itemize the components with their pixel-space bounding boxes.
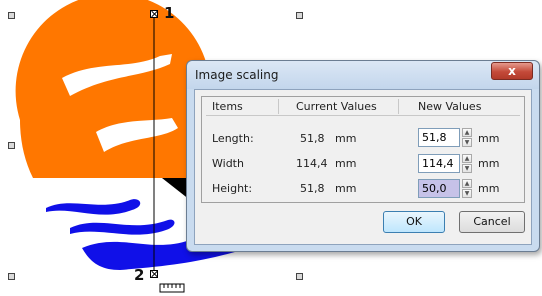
column-header-current-values: Current Values xyxy=(296,100,377,113)
current-unit-width: mm xyxy=(335,157,357,170)
cancel-button[interactable]: Cancel xyxy=(459,211,525,233)
row-label-length: Length: xyxy=(212,132,254,145)
row-label-height: Height: xyxy=(212,182,253,195)
spin-down-icon[interactable]: ▼ xyxy=(462,164,472,173)
current-value-length: 51,8 xyxy=(300,132,325,145)
dialog-titlebar[interactable]: Image scaling x xyxy=(187,61,539,89)
new-unit-length: mm xyxy=(478,132,500,145)
width-spinner[interactable]: ▲ ▼ xyxy=(462,154,472,173)
new-value-width-input[interactable]: 114,4 xyxy=(418,154,460,173)
length-spinner[interactable]: ▲ ▼ xyxy=(462,128,472,147)
dialog-client-area: Items Current Values New Values Length: … xyxy=(194,89,532,245)
spin-down-icon[interactable]: ▼ xyxy=(462,138,472,147)
spin-up-icon[interactable]: ▲ xyxy=(462,179,472,188)
selection-handle-bottom-right[interactable] xyxy=(296,273,303,280)
measure-node-1-icon[interactable] xyxy=(150,10,158,18)
column-separator xyxy=(278,99,279,114)
current-unit-length: mm xyxy=(335,132,357,145)
selection-handle-top-left[interactable] xyxy=(8,12,15,19)
measure-node-1-label: 1 xyxy=(164,4,175,22)
new-unit-height: mm xyxy=(478,182,500,195)
header-divider xyxy=(206,115,520,116)
spin-up-icon[interactable]: ▲ xyxy=(462,154,472,163)
row-label-width: Width xyxy=(212,157,244,170)
selection-handle-bottom-left[interactable] xyxy=(8,273,15,280)
selection-handle-top-right[interactable] xyxy=(296,12,303,19)
column-header-items: Items xyxy=(212,100,243,113)
wave-2 xyxy=(70,219,175,235)
spin-up-icon[interactable]: ▲ xyxy=(462,128,472,137)
measure-node-2-icon[interactable] xyxy=(150,270,158,278)
new-value-height-input[interactable]: 50,0 xyxy=(418,179,460,198)
column-header-new-values: New Values xyxy=(418,100,482,113)
wave-1 xyxy=(46,199,141,215)
new-unit-width: mm xyxy=(478,157,500,170)
image-scaling-dialog: Image scaling x Items Current Values New… xyxy=(186,60,540,252)
ok-button[interactable]: OK xyxy=(383,211,445,233)
close-button[interactable]: x xyxy=(491,62,533,80)
measure-node-2-label: 2 xyxy=(134,266,145,284)
ruler-cursor-icon xyxy=(159,283,185,293)
selection-handle-middle-left[interactable] xyxy=(8,142,15,149)
current-value-height: 51,8 xyxy=(300,182,325,195)
sun-shape xyxy=(15,0,206,178)
column-separator xyxy=(398,99,399,114)
new-value-length-input[interactable]: 51,8 xyxy=(418,128,460,147)
dialog-title: Image scaling xyxy=(195,68,279,82)
current-unit-height: mm xyxy=(335,182,357,195)
values-table: Items Current Values New Values Length: … xyxy=(201,96,525,203)
current-value-width: 114,4 xyxy=(296,157,328,170)
height-spinner[interactable]: ▲ ▼ xyxy=(462,179,472,198)
spin-down-icon[interactable]: ▼ xyxy=(462,189,472,198)
